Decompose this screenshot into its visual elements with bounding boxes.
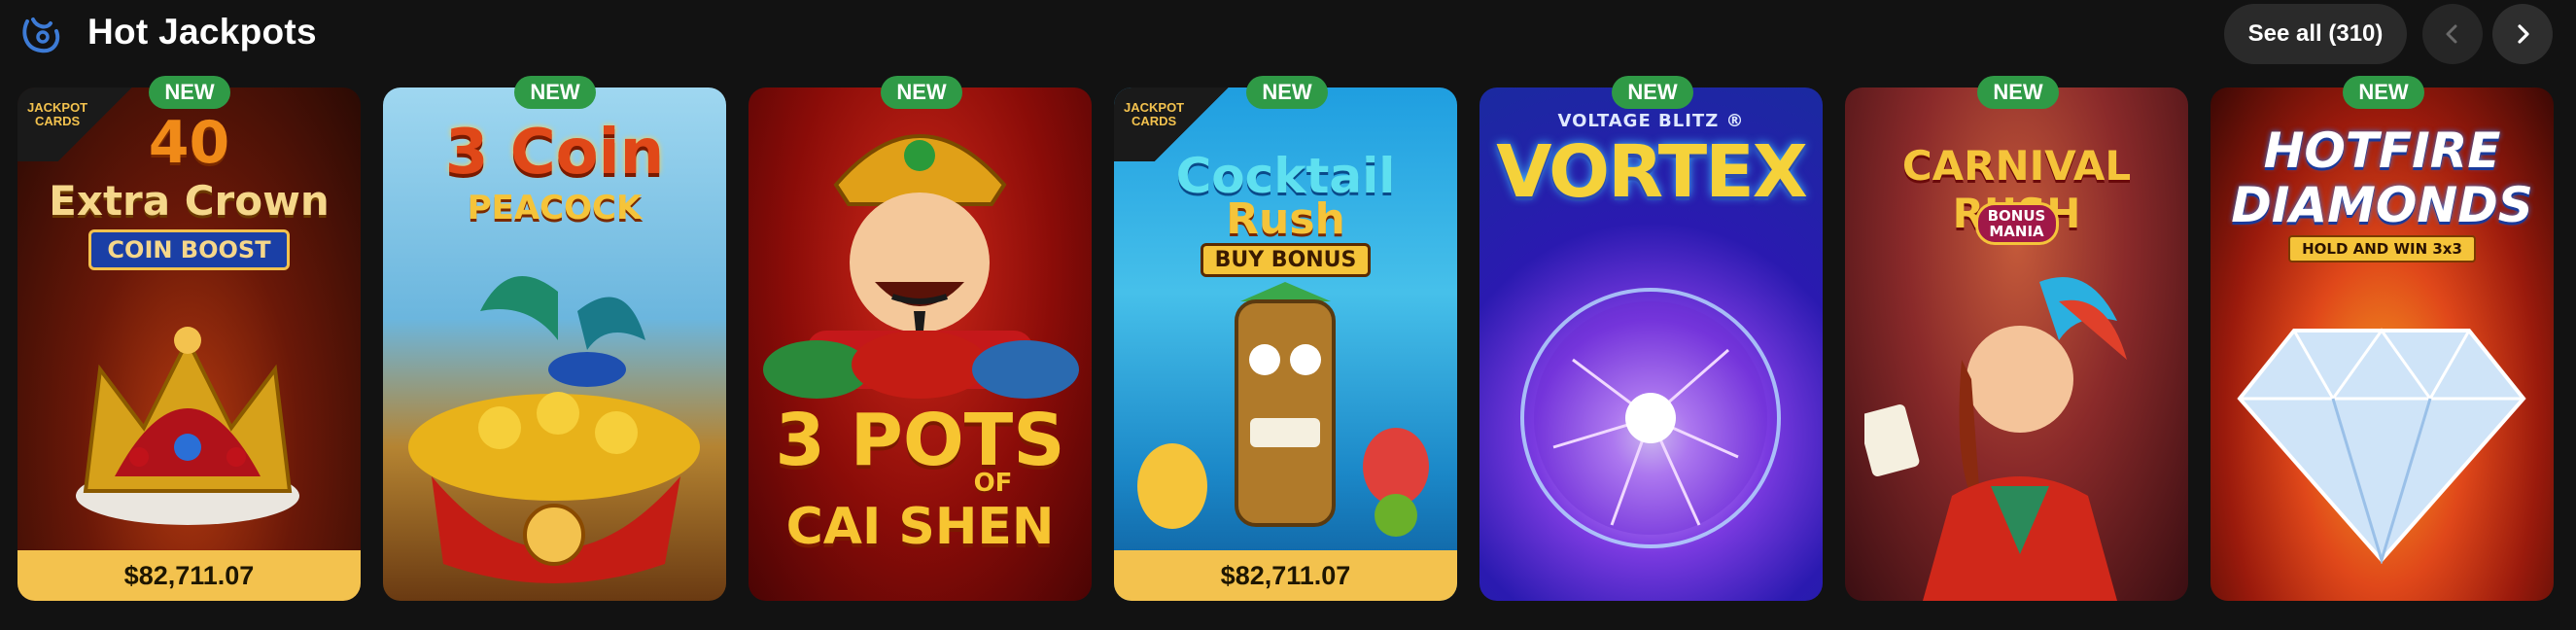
chevron-left-icon xyxy=(2446,24,2457,44)
game-title: Extra Crown xyxy=(49,177,330,225)
see-all-button[interactable]: See all (310) xyxy=(2224,4,2407,64)
plasma-orb-illustration xyxy=(1520,288,1781,548)
game-card-3-pots-of-cai-shen[interactable]: 3 POTS OF CAI SHEN xyxy=(748,88,1092,601)
game-title: VORTEX xyxy=(1496,130,1808,214)
new-badge: NEW xyxy=(149,76,230,109)
game-card-hotfire-diamonds[interactable]: HOTFIRE DIAMONDS HOLD AND WIN 3x3 xyxy=(2210,88,2554,601)
game-subtitle: BONUS MANIA xyxy=(1974,202,2059,245)
carnival-girl-illustration xyxy=(1864,277,2127,601)
jackpot-amount: $82,711.07 xyxy=(17,550,361,601)
new-badge: NEW xyxy=(1977,76,2059,109)
new-badge: NEW xyxy=(881,76,962,109)
game-subtitle: HOLD AND WIN 3x3 xyxy=(2288,235,2476,262)
game-title-number: 40 xyxy=(148,109,230,177)
game-card-3-coin-peacock[interactable]: 3 Coin PEACOCK xyxy=(383,88,726,601)
jackpot-amount: $82,711.07 xyxy=(1114,550,1457,601)
diamond-illustration xyxy=(2237,328,2526,564)
chevron-right-icon xyxy=(2518,24,2529,44)
game-title: 3 Coin xyxy=(444,117,665,189)
game-subtitle: BUY BONUS xyxy=(1200,243,1372,277)
new-badge: NEW xyxy=(1612,76,1693,109)
game-title-connector: OF xyxy=(973,469,1013,498)
carousel-next-button[interactable] xyxy=(2492,4,2553,64)
bonus-mania-plate: BONUS MANIA xyxy=(1845,202,2188,245)
game-card-vortex[interactable]: VOLTAGE BLITZ ® VORTEX xyxy=(1479,88,1823,601)
section-title: Hot Jackpots xyxy=(87,12,317,52)
game-card-carnival-rush[interactable]: CARNIVAL RUSH BONUS MANIA xyxy=(1845,88,2188,601)
carousel-prev-button[interactable] xyxy=(2422,4,2483,64)
game-title: HOTFIRE xyxy=(2263,122,2501,179)
hold-and-win-plate: HOLD AND WIN 3x3 xyxy=(2210,235,2554,262)
game-subtitle: COIN BOOST xyxy=(88,229,290,270)
section-header: Hot Jackpots See all (310) xyxy=(0,0,2576,70)
tiki-illustration xyxy=(1137,282,1429,537)
new-badge: NEW xyxy=(1246,76,1328,109)
game-title-line-2: DIAMONDS xyxy=(2231,177,2533,233)
coin-boost-plate: COIN BOOST xyxy=(17,229,361,270)
peacock-coin-pot-illustration xyxy=(408,276,700,583)
game-card-extra-crown[interactable]: JACKPOT CARDS 40 Extra Crown COIN BOOST $… xyxy=(17,88,361,601)
game-subtitle: PEACOCK xyxy=(467,189,643,228)
gold-pots-illustration xyxy=(763,331,1079,399)
brand-logo-icon xyxy=(22,18,60,53)
game-provider-label: VOLTAGE BLITZ ® xyxy=(1557,111,1745,131)
game-subtitle: CAI SHEN xyxy=(785,498,1055,556)
crown-illustration xyxy=(76,327,299,525)
game-title-line-2: Rush xyxy=(1226,194,1345,244)
new-badge: NEW xyxy=(2343,76,2424,109)
new-badge: NEW xyxy=(514,76,596,109)
game-card-cocktail-rush[interactable]: JACKPOT CARDS Cocktail Rush BUY BONUS $82… xyxy=(1114,88,1457,601)
buy-bonus-plate: BUY BONUS xyxy=(1114,243,1457,277)
